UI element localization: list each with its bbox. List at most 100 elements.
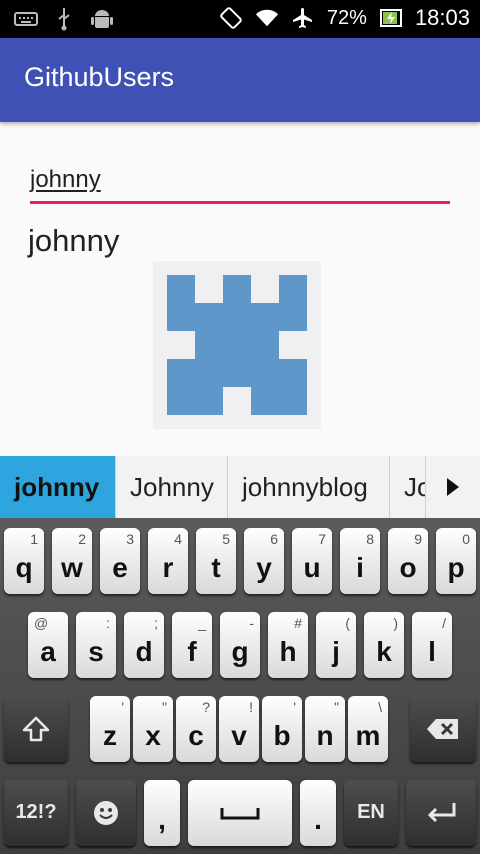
key-z[interactable]: ' z xyxy=(90,696,130,762)
key-q[interactable]: 1q xyxy=(4,528,44,594)
language-key[interactable]: EN xyxy=(344,780,398,846)
key-m[interactable]: \ m xyxy=(348,696,388,762)
smiley-icon xyxy=(94,801,118,825)
key-t[interactable]: 5t xyxy=(196,528,236,594)
key-w[interactable]: 2w xyxy=(52,528,92,594)
user-login-label: johnny xyxy=(28,223,120,258)
key-hint: ? xyxy=(202,699,210,715)
key-hint: ! xyxy=(249,699,253,715)
key-label: w xyxy=(61,552,83,583)
key-hint: _ xyxy=(198,615,206,631)
key-label: r xyxy=(162,552,174,583)
key-hint: 1 xyxy=(30,531,38,547)
key-b[interactable]: ' b xyxy=(262,696,302,762)
key-label: e xyxy=(112,552,128,583)
key-label: n xyxy=(316,720,334,751)
key-h[interactable]: # h xyxy=(268,612,308,678)
key-hint: " xyxy=(334,699,339,715)
key-x[interactable]: " x xyxy=(133,696,173,762)
key-hint: 3 xyxy=(126,531,134,547)
key-hint: 5 xyxy=(222,531,230,547)
key-label: v xyxy=(231,720,247,751)
battery-charging-icon xyxy=(379,6,403,30)
backspace-icon xyxy=(427,719,458,739)
emoji-key[interactable] xyxy=(76,780,136,846)
backspace-key[interactable] xyxy=(410,696,476,762)
key-hint: 0 xyxy=(462,531,470,547)
key-hint: 4 xyxy=(174,531,182,547)
key-label: b xyxy=(273,720,291,751)
chevron-right-icon xyxy=(447,478,459,496)
battery-percent: 72% xyxy=(326,6,367,29)
suggestion-strip: johnny Johnny johnnyblog Jo xyxy=(0,456,480,519)
key-e[interactable]: 3e xyxy=(100,528,140,594)
key-label: u xyxy=(303,552,321,583)
period-key[interactable]: . xyxy=(300,780,336,846)
search-input[interactable]: johnny xyxy=(30,160,450,204)
key-label: o xyxy=(399,552,417,583)
key-i[interactable]: 8i xyxy=(340,528,380,594)
key-label: i xyxy=(356,552,364,583)
shift-icon xyxy=(22,716,50,742)
comma-key[interactable]: , xyxy=(144,780,180,846)
key-f[interactable]: _ f xyxy=(172,612,212,678)
key-hint: 8 xyxy=(366,531,374,547)
suggestion-item[interactable]: johnnyblog xyxy=(228,456,390,518)
key-label: 12!? xyxy=(15,801,57,823)
key-label: j xyxy=(332,636,340,667)
more-suggestions-button[interactable] xyxy=(425,456,480,518)
key-y[interactable]: 6y xyxy=(244,528,284,594)
key-hint: 2 xyxy=(78,531,86,547)
key-label: q xyxy=(15,552,33,583)
key-label: . xyxy=(314,804,322,835)
key-label: m xyxy=(355,720,381,751)
search-input-underline xyxy=(30,201,450,204)
key-hint: - xyxy=(249,615,254,631)
key-k[interactable]: ) k xyxy=(364,612,404,678)
key-u[interactable]: 7u xyxy=(292,528,332,594)
key-d[interactable]: ; d xyxy=(124,612,164,678)
key-label: f xyxy=(187,636,197,667)
key-hint: 9 xyxy=(414,531,422,547)
key-label: t xyxy=(211,552,221,583)
space-key[interactable] xyxy=(188,780,292,846)
key-a[interactable]: @ a xyxy=(28,612,68,678)
key-s[interactable]: :s xyxy=(76,612,116,678)
suggestion-item[interactable]: Johnny xyxy=(116,456,228,518)
soft-keyboard: 1q 2w 3e 4r 5t 6y 7u 8i 9o 0p @ a :s ; d _… xyxy=(0,518,480,854)
key-label: EN xyxy=(357,801,385,823)
shift-key[interactable] xyxy=(4,696,68,762)
enter-key[interactable] xyxy=(406,780,476,846)
key-n[interactable]: " n xyxy=(305,696,345,762)
space-icon xyxy=(220,808,260,820)
airplane-icon xyxy=(291,6,315,30)
status-bar: 72% 18:03 xyxy=(0,0,480,38)
key-hint: : xyxy=(106,615,110,631)
key-o[interactable]: 9o xyxy=(388,528,428,594)
key-label: h xyxy=(279,636,297,667)
key-v[interactable]: ! v xyxy=(219,696,259,762)
key-p[interactable]: 0p xyxy=(436,528,476,594)
key-label: a xyxy=(40,636,56,667)
key-c[interactable]: ? c xyxy=(176,696,216,762)
key-label: l xyxy=(428,636,436,667)
key-hint: 6 xyxy=(270,531,278,547)
symbols-key[interactable]: 12!? xyxy=(4,780,68,846)
suggestion-item[interactable]: johnny xyxy=(0,456,116,518)
key-label: k xyxy=(376,636,392,667)
key-hint: ( xyxy=(345,615,350,631)
clock: 18:03 xyxy=(414,5,470,30)
usb-icon xyxy=(52,7,76,31)
key-hint: ) xyxy=(393,615,398,631)
key-r[interactable]: 4r xyxy=(148,528,188,594)
key-g[interactable]: -g xyxy=(220,612,260,678)
search-input-value[interactable]: johnny xyxy=(30,166,101,194)
app-title: GithubUsers xyxy=(24,62,175,92)
key-hint: " xyxy=(162,699,167,715)
key-hint: / xyxy=(442,615,446,631)
key-j[interactable]: (j xyxy=(316,612,356,678)
android-icon xyxy=(90,7,114,31)
key-hint: ' xyxy=(293,699,296,715)
wifi-icon xyxy=(255,6,279,30)
key-l[interactable]: / l xyxy=(412,612,452,678)
